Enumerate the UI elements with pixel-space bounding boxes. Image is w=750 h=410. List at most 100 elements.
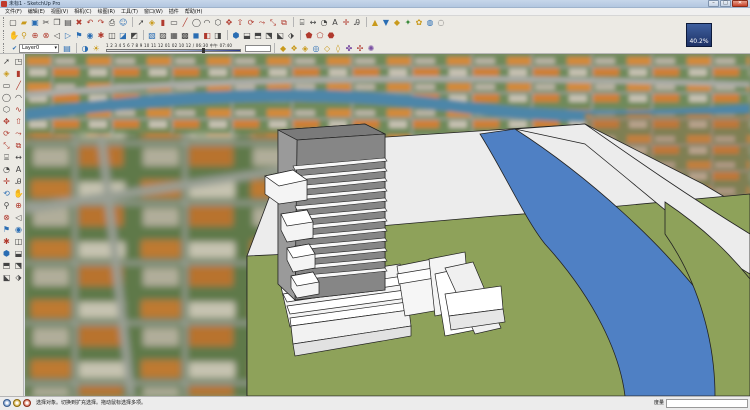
rotate-icon[interactable]: ⟳ xyxy=(246,17,256,27)
display-section-icon[interactable]: ◪ xyxy=(118,30,128,40)
section-plane-icon[interactable]: ◫ xyxy=(107,30,117,40)
front-view-icon[interactable]: ⬒ xyxy=(1,260,12,271)
shadow-date-slider[interactable]: 1 2 3 4 5 6 7 8 9 10 11 12 01 02 10 12 /… xyxy=(106,43,242,53)
select-icon[interactable]: ➚ xyxy=(1,56,12,67)
sandbox-icon[interactable]: ◆ xyxy=(278,43,288,53)
arc-icon[interactable]: ◠ xyxy=(13,92,24,103)
menu-draw[interactable]: 绘图(R) xyxy=(95,8,118,16)
xray-icon[interactable]: ▧ xyxy=(147,30,157,40)
share-model-icon[interactable]: ▼ xyxy=(381,17,391,27)
extension-warehouse-icon[interactable]: ✦ xyxy=(403,17,413,27)
paint-bucket-icon[interactable]: ◈ xyxy=(1,68,12,79)
menu-help[interactable]: 帮助(H) xyxy=(182,8,206,16)
section-plane-icon[interactable]: ◫ xyxy=(13,236,24,247)
print-icon[interactable]: ⎙ xyxy=(107,17,117,27)
pan-icon[interactable]: ✋ xyxy=(13,188,24,199)
new-file-icon[interactable]: ▢ xyxy=(8,17,18,27)
model-viewport[interactable] xyxy=(25,54,750,396)
protractor-icon[interactable]: ◔ xyxy=(319,17,329,27)
eraser-icon[interactable]: ▮ xyxy=(158,17,168,27)
next-view-icon[interactable]: ▷ xyxy=(63,30,73,40)
polygon-icon[interactable]: ⬡ xyxy=(1,104,12,115)
scale-icon[interactable]: ⤡ xyxy=(1,140,12,151)
iso-view-icon[interactable]: ⬢ xyxy=(231,30,241,40)
monochrome-icon[interactable]: ◨ xyxy=(213,30,223,40)
menu-plugins[interactable]: 插件 xyxy=(166,8,182,16)
text-icon[interactable]: A xyxy=(13,164,24,175)
intersect-icon[interactable]: ⬠ xyxy=(315,30,325,40)
menu-window[interactable]: 窗口(W) xyxy=(141,8,166,16)
undo-icon[interactable]: ↶ xyxy=(85,17,95,27)
paint-icon[interactable]: ◈ xyxy=(147,17,157,27)
zoom-icon[interactable]: ⚲ xyxy=(19,30,29,40)
measurements-input[interactable] xyxy=(666,399,748,408)
back-view-icon[interactable]: ⬕ xyxy=(275,30,285,40)
freehand-icon[interactable]: ∿ xyxy=(13,104,24,115)
look-around-icon[interactable]: ◉ xyxy=(85,30,95,40)
menu-file[interactable]: 文件(F) xyxy=(2,8,25,16)
walk-icon[interactable]: ✱ xyxy=(1,236,12,247)
plugin-3-icon[interactable]: ◌ xyxy=(436,17,446,27)
3d-text-icon[interactable]: Ꭿ xyxy=(352,17,362,27)
right-view-icon[interactable]: ⬔ xyxy=(264,30,274,40)
zoom-window-icon[interactable]: ⊕ xyxy=(30,30,40,40)
top-view-icon[interactable]: ⬓ xyxy=(13,248,24,259)
move-icon[interactable]: ✥ xyxy=(1,116,12,127)
toolbar-grip[interactable] xyxy=(3,17,5,27)
arc-icon[interactable]: ◠ xyxy=(202,17,212,27)
menu-edit[interactable]: 编辑(E) xyxy=(25,8,48,16)
drape-icon[interactable]: ◊ xyxy=(333,43,343,53)
plugin-1-icon[interactable]: ✿ xyxy=(414,17,424,27)
get-models-icon[interactable]: ▲ xyxy=(370,17,380,27)
position-camera-icon[interactable]: ⚑ xyxy=(1,224,12,235)
minimize-button[interactable]: – xyxy=(708,0,719,7)
back-edges-icon[interactable]: ▨ xyxy=(158,30,168,40)
save-icon[interactable]: ▣ xyxy=(30,17,40,27)
redo-icon[interactable]: ↷ xyxy=(96,17,106,27)
orbit-icon[interactable]: ⟲ xyxy=(1,188,12,199)
shadow-settings-icon[interactable]: ◑ xyxy=(80,43,90,53)
copy-icon[interactable]: ❐ xyxy=(52,17,62,27)
erase-icon[interactable]: ✖ xyxy=(74,17,84,27)
dimension-icon[interactable]: ↔ xyxy=(308,17,318,27)
look-around-icon[interactable]: ◉ xyxy=(13,224,24,235)
scratch-icon[interactable]: ◈ xyxy=(300,43,310,53)
add-detail-icon[interactable]: ✤ xyxy=(344,43,354,53)
follow-me-icon[interactable]: ⤳ xyxy=(257,17,267,27)
back-view-icon[interactable]: ⬕ xyxy=(1,272,12,283)
right-view-icon[interactable]: ⬔ xyxy=(13,260,24,271)
left-view-icon[interactable]: ⬗ xyxy=(13,272,24,283)
union-icon[interactable]: ⬣ xyxy=(326,30,336,40)
select-icon[interactable]: ➚ xyxy=(136,17,146,27)
line-icon[interactable]: ╱ xyxy=(180,17,190,27)
layer-select[interactable]: Layer0 ▾ xyxy=(19,43,60,53)
offset-icon[interactable]: ⧉ xyxy=(279,17,289,27)
close-button[interactable]: ✕ xyxy=(732,0,748,7)
display-shadows-icon[interactable]: ☀ xyxy=(91,43,101,53)
menu-tools[interactable]: 工具(T) xyxy=(118,8,141,16)
outer-shell-icon[interactable]: ⬟ xyxy=(304,30,314,40)
rotate-icon[interactable]: ⟳ xyxy=(1,128,12,139)
layer-manager-icon[interactable]: ▤ xyxy=(62,43,72,53)
user-icon[interactable]: ☺ xyxy=(118,17,128,27)
credits-icon[interactable] xyxy=(13,399,21,407)
axes-icon[interactable]: ✛ xyxy=(341,17,351,27)
stamp-icon[interactable]: ◇ xyxy=(322,43,332,53)
push-pull-icon[interactable]: ⇧ xyxy=(13,116,24,127)
plugin-2-icon[interactable]: ◍ xyxy=(425,17,435,27)
pan-icon[interactable]: ✋ xyxy=(8,30,19,40)
geo-location-icon[interactable] xyxy=(3,399,11,407)
left-view-icon[interactable]: ⬗ xyxy=(286,30,296,40)
rectangle-icon[interactable]: ▭ xyxy=(1,80,12,91)
user-account-icon[interactable] xyxy=(23,399,31,407)
rectangle-icon[interactable]: ▭ xyxy=(169,17,179,27)
color-wheel-icon[interactable]: ✺ xyxy=(366,43,376,53)
shaded-icon[interactable]: ◼ xyxy=(191,30,201,40)
iso-view-icon[interactable]: ⬢ xyxy=(1,248,12,259)
axes-icon[interactable]: ✛ xyxy=(1,176,12,187)
cut-icon[interactable]: ✂ xyxy=(41,17,51,27)
zoom-icon[interactable]: ⚲ xyxy=(1,200,12,211)
display-cuts-icon[interactable]: ◩ xyxy=(129,30,139,40)
3d-text-icon[interactable]: Ꭿ xyxy=(13,176,24,187)
shaded-texture-icon[interactable]: ◧ xyxy=(202,30,212,40)
